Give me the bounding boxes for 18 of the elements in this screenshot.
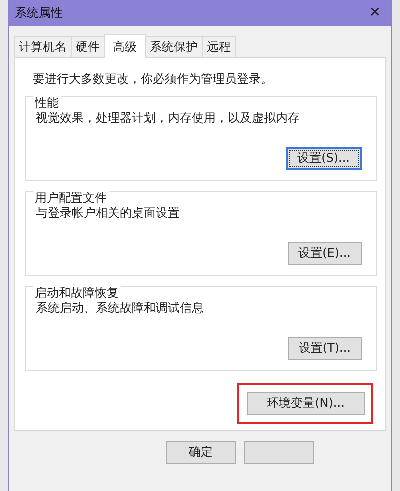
dialog-button[interactable]: [244, 441, 314, 464]
settings-button[interactable]: 设置(E)...: [288, 242, 362, 265]
group-description: 与登录帐户相关的桌面设置: [36, 206, 181, 220]
settings-button[interactable]: 设置(T)...: [288, 337, 362, 360]
tab[interactable]: 高级: [104, 34, 146, 58]
tab[interactable]: 计算机名: [14, 36, 72, 57]
settings-button[interactable]: 设置(S)...: [286, 147, 362, 170]
ok-button[interactable]: 确定: [166, 441, 236, 464]
window-title: 系统属性: [15, 4, 63, 22]
group-description: 系统启动、系统故障和调试信息: [36, 301, 205, 315]
environment-variables-button[interactable]: 环境变量(N)...: [247, 392, 365, 415]
admin-notice: 要进行大多数更改，你必须作为管理员登录。: [32, 72, 274, 86]
group-title: 用户配置文件: [33, 191, 109, 205]
group-title: 性能: [33, 96, 61, 110]
close-button[interactable]: ✕: [365, 5, 385, 21]
group-title: 启动和故障恢复: [33, 286, 121, 300]
tab[interactable]: 远程: [202, 36, 236, 57]
group-description: 视觉效果，处理器计划，内存使用，以及虚拟内存: [36, 111, 301, 125]
